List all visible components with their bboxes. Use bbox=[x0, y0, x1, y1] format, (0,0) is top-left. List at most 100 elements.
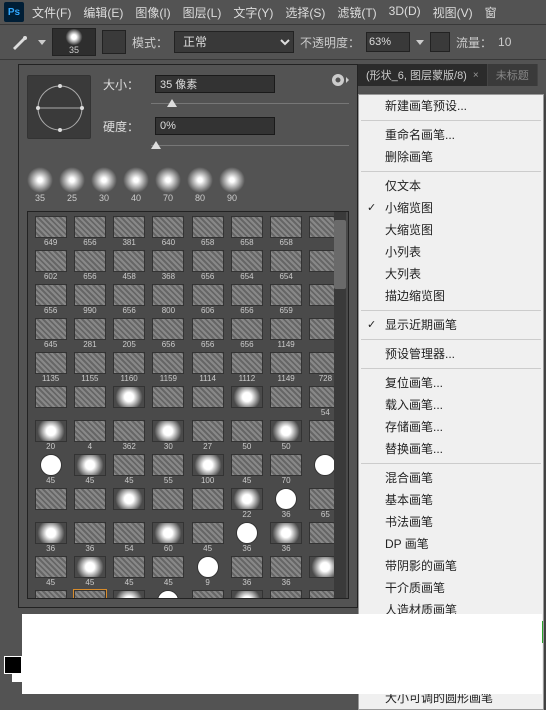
menu-item[interactable]: 显示近期画笔 bbox=[359, 314, 543, 336]
brush-preset[interactable]: 1160 bbox=[111, 352, 148, 384]
brush-preset[interactable]: 656 bbox=[150, 318, 187, 350]
brush-preset[interactable]: 50 bbox=[268, 420, 305, 452]
menu-item[interactable]: 3D(D) bbox=[383, 2, 427, 23]
brush-preset[interactable]: 45 bbox=[71, 454, 108, 486]
menu-item[interactable]: 删除画笔 bbox=[359, 146, 543, 168]
brush-preset[interactable]: 36 bbox=[32, 522, 69, 554]
brush-preset[interactable]: 1155 bbox=[71, 352, 108, 384]
menu-item[interactable]: 带阴影的画笔 bbox=[359, 555, 543, 577]
brush-preset[interactable]: 990 bbox=[71, 284, 108, 316]
brush-preset[interactable]: 36 bbox=[268, 488, 305, 520]
menu-item[interactable]: 新建画笔预设... bbox=[359, 95, 543, 117]
recent-brush[interactable]: 80 bbox=[187, 167, 213, 203]
menu-item[interactable]: 图层(L) bbox=[177, 2, 228, 23]
brush-preset[interactable]: 9 bbox=[189, 556, 226, 588]
menu-item[interactable]: 混合画笔 bbox=[359, 467, 543, 489]
brush-preset[interactable]: 130 bbox=[189, 590, 226, 599]
brush-preset[interactable]: 606 bbox=[189, 284, 226, 316]
brush-preset[interactable]: 36 bbox=[268, 522, 305, 554]
menu-item[interactable]: 编辑(E) bbox=[77, 2, 129, 23]
menu-item[interactable]: 图像(I) bbox=[129, 2, 176, 23]
brush-preset[interactable] bbox=[150, 488, 187, 520]
brush-preset[interactable]: 656 bbox=[71, 216, 108, 248]
brush-preset[interactable] bbox=[150, 590, 187, 599]
document-tab[interactable]: (形状_6, 图层蒙版/8) × bbox=[358, 64, 488, 86]
brush-preset[interactable]: 30 bbox=[150, 420, 187, 452]
brush-preset[interactable]: 45 bbox=[32, 454, 69, 486]
tool-dropdown-arrow[interactable] bbox=[38, 40, 46, 45]
brush-preset[interactable]: 9 bbox=[111, 590, 148, 599]
brush-preset[interactable]: 45 bbox=[32, 556, 69, 588]
brush-preset[interactable]: 27 bbox=[189, 420, 226, 452]
menu-item[interactable]: 文件(F) bbox=[26, 2, 77, 23]
brush-preset[interactable]: 1112 bbox=[228, 352, 265, 384]
brush-preset[interactable]: 70 bbox=[268, 454, 305, 486]
brush-preset[interactable]: 55 bbox=[150, 454, 187, 486]
menu-item[interactable]: 基本画笔 bbox=[359, 489, 543, 511]
brush-preset-picker[interactable]: 35 bbox=[52, 28, 96, 56]
brush-preset[interactable]: 60 bbox=[150, 522, 187, 554]
brush-preset[interactable] bbox=[189, 386, 226, 418]
brush-preset[interactable]: 658 bbox=[189, 216, 226, 248]
brush-preset[interactable]: 656 bbox=[189, 318, 226, 350]
brush-preset[interactable]: 45 bbox=[71, 556, 108, 588]
brush-preset[interactable]: 602 bbox=[32, 250, 69, 282]
brush-preset[interactable]: 45 bbox=[189, 522, 226, 554]
menu-item[interactable]: 描边缩览图 bbox=[359, 285, 543, 307]
panel-menu-gear-icon[interactable] bbox=[331, 73, 349, 87]
brush-preset[interactable]: 1135 bbox=[32, 352, 69, 384]
brush-preset[interactable]: 281 bbox=[71, 318, 108, 350]
recent-brush[interactable]: 70 bbox=[155, 167, 181, 203]
brush-preset[interactable] bbox=[71, 386, 108, 418]
menu-item[interactable]: 窗 bbox=[479, 2, 503, 23]
brush-preset[interactable] bbox=[150, 386, 187, 418]
brush-preset[interactable]: 656 bbox=[228, 318, 265, 350]
brush-preset[interactable]: 20 bbox=[32, 420, 69, 452]
hardness-slider[interactable] bbox=[151, 141, 349, 151]
brush-preset[interactable]: 656 bbox=[189, 250, 226, 282]
menu-item[interactable]: 替换画笔... bbox=[359, 438, 543, 460]
brush-preset[interactable]: 656 bbox=[228, 284, 265, 316]
menu-item[interactable]: 选择(S) bbox=[279, 2, 331, 23]
brush-preset[interactable]: 45 bbox=[111, 454, 148, 486]
brush-preset[interactable]: 1149 bbox=[268, 318, 305, 350]
brush-preset[interactable]: 649 bbox=[32, 216, 69, 248]
opacity-dropdown[interactable] bbox=[416, 40, 424, 45]
brush-preset[interactable]: 658 bbox=[268, 216, 305, 248]
brush-preset[interactable]: 18 bbox=[32, 590, 69, 599]
canvas[interactable] bbox=[22, 614, 542, 694]
menu-item[interactable]: 书法画笔 bbox=[359, 511, 543, 533]
brush-angle-preview[interactable] bbox=[27, 75, 91, 139]
brush-preset[interactable]: 645 bbox=[32, 318, 69, 350]
menu-item[interactable]: 小列表 bbox=[359, 241, 543, 263]
brush-preset[interactable]: 381 bbox=[111, 216, 148, 248]
brush-preset[interactable]: 36 bbox=[71, 522, 108, 554]
recent-brush[interactable]: 30 bbox=[91, 167, 117, 203]
menu-item[interactable]: 存储画笔... bbox=[359, 416, 543, 438]
brush-preset[interactable]: 36 bbox=[228, 522, 265, 554]
blend-mode-select[interactable]: 正常 bbox=[174, 31, 294, 53]
brush-preset[interactable]: 45 bbox=[228, 454, 265, 486]
brush-preset[interactable] bbox=[189, 488, 226, 520]
size-slider[interactable] bbox=[151, 99, 349, 109]
brush-preset[interactable]: 658 bbox=[228, 216, 265, 248]
menu-item[interactable]: 文字(Y) bbox=[227, 2, 279, 23]
brush-preset[interactable] bbox=[228, 386, 265, 418]
brush-preset[interactable] bbox=[268, 386, 305, 418]
brush-preset[interactable]: 50 bbox=[228, 420, 265, 452]
menu-item[interactable]: 小缩览图 bbox=[359, 197, 543, 219]
brush-preset[interactable]: 54 bbox=[111, 522, 148, 554]
brush-preset[interactable]: 656 bbox=[71, 250, 108, 282]
menu-item[interactable]: 复位画笔... bbox=[359, 372, 543, 394]
brush-preset[interactable]: 4 bbox=[71, 420, 108, 452]
menu-item[interactable]: 大列表 bbox=[359, 263, 543, 285]
menu-item[interactable]: 大缩览图 bbox=[359, 219, 543, 241]
brush-preset[interactable]: 9 bbox=[71, 590, 108, 599]
brush-preset[interactable]: 100 bbox=[189, 454, 226, 486]
menu-item[interactable]: 重命名画笔... bbox=[359, 124, 543, 146]
menu-item[interactable]: 载入画笔... bbox=[359, 394, 543, 416]
brush-preset[interactable] bbox=[111, 386, 148, 418]
size-input[interactable] bbox=[155, 75, 275, 93]
brush-preset[interactable] bbox=[71, 488, 108, 520]
brush-panel-toggle[interactable] bbox=[102, 30, 126, 54]
